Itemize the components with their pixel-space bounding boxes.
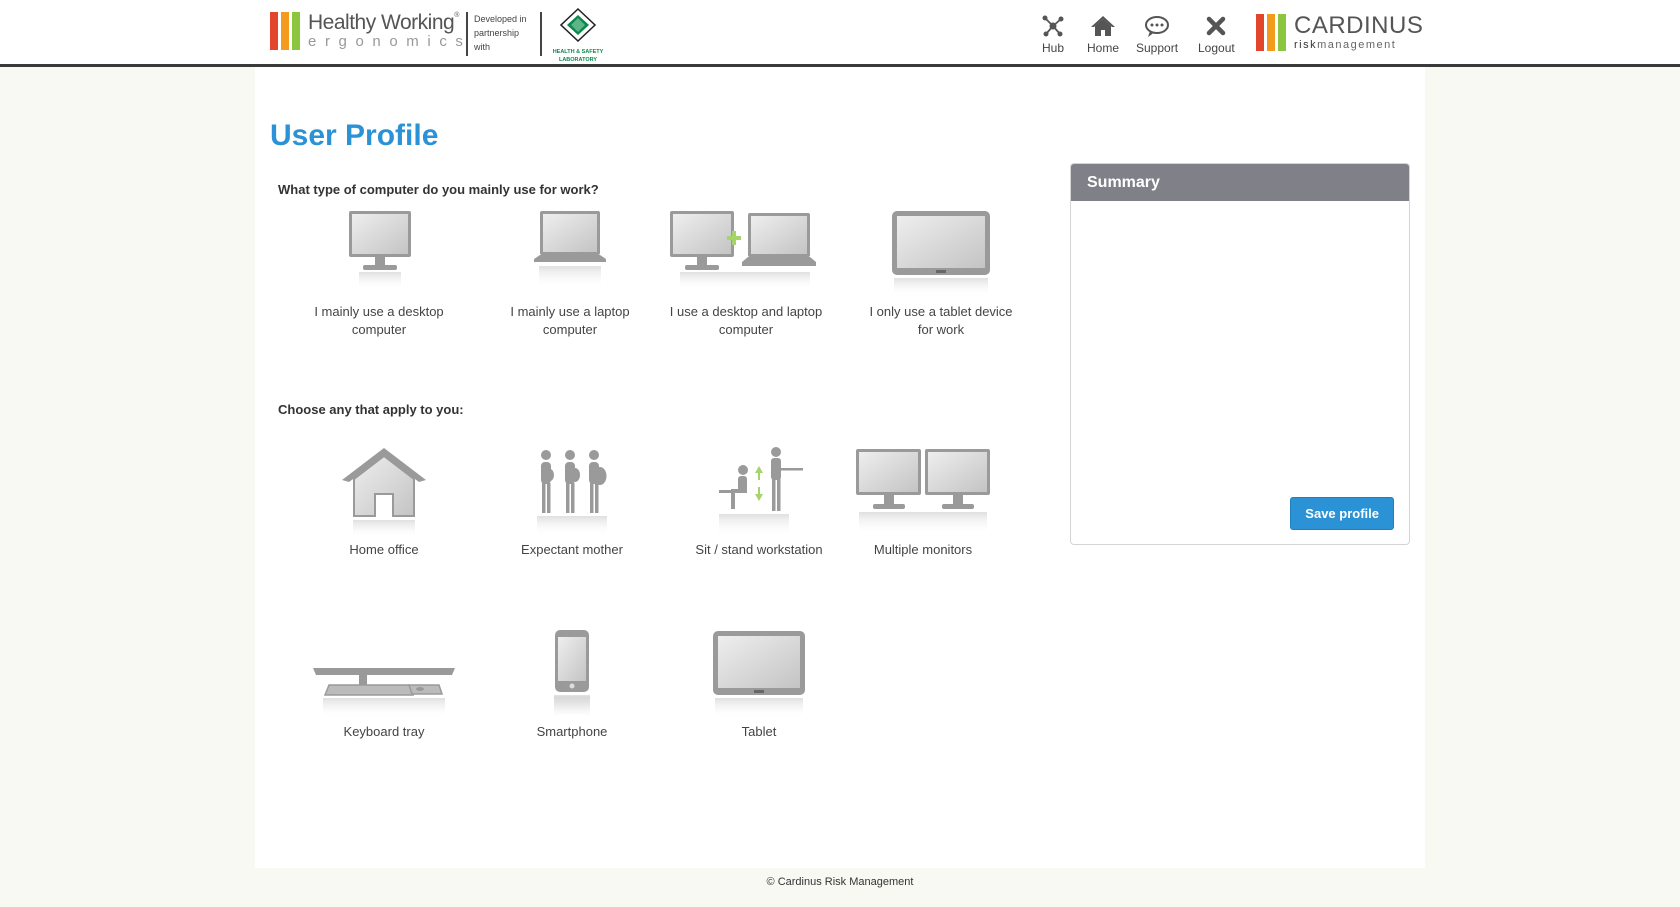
keyboard-tray-icon bbox=[313, 668, 455, 718]
hub-icon bbox=[1042, 15, 1064, 37]
hsl-diamond-icon bbox=[559, 7, 597, 43]
partnership-note: Developed in partnership with bbox=[466, 12, 542, 56]
expectant-mother-icon bbox=[537, 450, 607, 536]
option-laptop[interactable]: I mainly use a laptop computer bbox=[485, 208, 655, 339]
sit-stand-icon bbox=[719, 447, 803, 536]
option-desktop-laptop[interactable]: I use a desktop and laptop computer bbox=[661, 208, 831, 339]
nav-logout-label: Logout bbox=[1198, 41, 1235, 55]
logo-title: Healthy Working bbox=[308, 11, 455, 34]
option-smartphone[interactable]: Smartphone bbox=[487, 628, 657, 741]
close-icon bbox=[1207, 16, 1226, 36]
option-keyboard-tray-label: Keyboard tray bbox=[343, 724, 425, 739]
support-icon bbox=[1145, 16, 1170, 37]
option-desktop[interactable]: I mainly use a desktop computer bbox=[294, 208, 464, 339]
summary-panel: Summary Save profile bbox=[1070, 163, 1410, 545]
healthy-working-logo[interactable]: Healthy Working® ergonomics bbox=[270, 12, 472, 50]
option-smartphone-label: Smartphone bbox=[536, 724, 608, 739]
nav-hub[interactable]: Hub bbox=[1040, 14, 1066, 55]
cardinus-name: CARDINUS bbox=[1294, 12, 1424, 39]
desktop-laptop-icon bbox=[670, 211, 816, 290]
smartphone-icon bbox=[554, 630, 590, 718]
option-desktop-laptop-label: I use a desktop and laptop computer bbox=[669, 304, 823, 337]
home-office-icon bbox=[342, 448, 426, 538]
option-tablet[interactable]: Tablet bbox=[674, 628, 844, 741]
option-expectant-mother-label: Expectant mother bbox=[521, 542, 623, 557]
option-home-office-label: Home office bbox=[349, 542, 419, 557]
hsl-logo: HEALTH & SAFETY LABORATORY bbox=[550, 7, 606, 63]
home-icon bbox=[1091, 16, 1115, 36]
logo-subtitle: ergonomics bbox=[308, 33, 472, 50]
desktop-icon bbox=[349, 211, 411, 290]
logo-bars bbox=[270, 12, 300, 50]
option-tablet-only[interactable]: I only use a tablet device for work bbox=[856, 208, 1026, 339]
option-sit-stand-label: Sit / stand workstation bbox=[695, 542, 823, 557]
tablet-icon bbox=[713, 631, 805, 718]
nav-home[interactable]: Home bbox=[1087, 14, 1119, 55]
tablet-icon bbox=[892, 211, 990, 296]
option-multiple-monitors[interactable]: Multiple monitors bbox=[843, 446, 1003, 559]
option-laptop-label: I mainly use a laptop computer bbox=[510, 304, 630, 337]
option-sit-stand[interactable]: Sit / stand workstation bbox=[674, 446, 844, 559]
option-multiple-monitors-label: Multiple monitors bbox=[873, 542, 973, 557]
option-tablet-label: Tablet bbox=[741, 724, 777, 739]
option-desktop-label: I mainly use a desktop computer bbox=[314, 304, 444, 337]
summary-title: Summary bbox=[1071, 164, 1409, 201]
main-content: User Profile What type of computer do yo… bbox=[255, 67, 1425, 868]
save-profile-button[interactable]: Save profile bbox=[1290, 497, 1394, 530]
nav-support[interactable]: Support bbox=[1136, 14, 1178, 55]
option-tablet-only-label: I only use a tablet device for work bbox=[869, 304, 1013, 337]
nav-support-label: Support bbox=[1136, 41, 1179, 55]
cardinus-logo[interactable]: CARDINUS riskmanagement bbox=[1256, 14, 1423, 51]
option-home-office[interactable]: Home office bbox=[299, 446, 469, 559]
multiple-monitors-icon bbox=[856, 449, 990, 534]
top-header: Healthy Working® ergonomics Developed in… bbox=[0, 0, 1680, 67]
nav-logout[interactable]: Logout bbox=[1198, 14, 1235, 55]
option-keyboard-tray[interactable]: Keyboard tray bbox=[299, 628, 469, 741]
question-apply: Choose any that apply to you: bbox=[278, 402, 464, 417]
question-computer-type: What type of computer do you mainly use … bbox=[278, 182, 599, 197]
option-expectant-mother[interactable]: Expectant mother bbox=[487, 446, 657, 559]
laptop-icon bbox=[534, 211, 606, 288]
cardinus-logo-bars bbox=[1256, 14, 1286, 51]
footer-copyright: © Cardinus Risk Management bbox=[766, 876, 914, 888]
nav-home-label: Home bbox=[1087, 41, 1120, 55]
page-title: User Profile bbox=[270, 119, 439, 152]
nav-hub-label: Hub bbox=[1041, 41, 1064, 55]
